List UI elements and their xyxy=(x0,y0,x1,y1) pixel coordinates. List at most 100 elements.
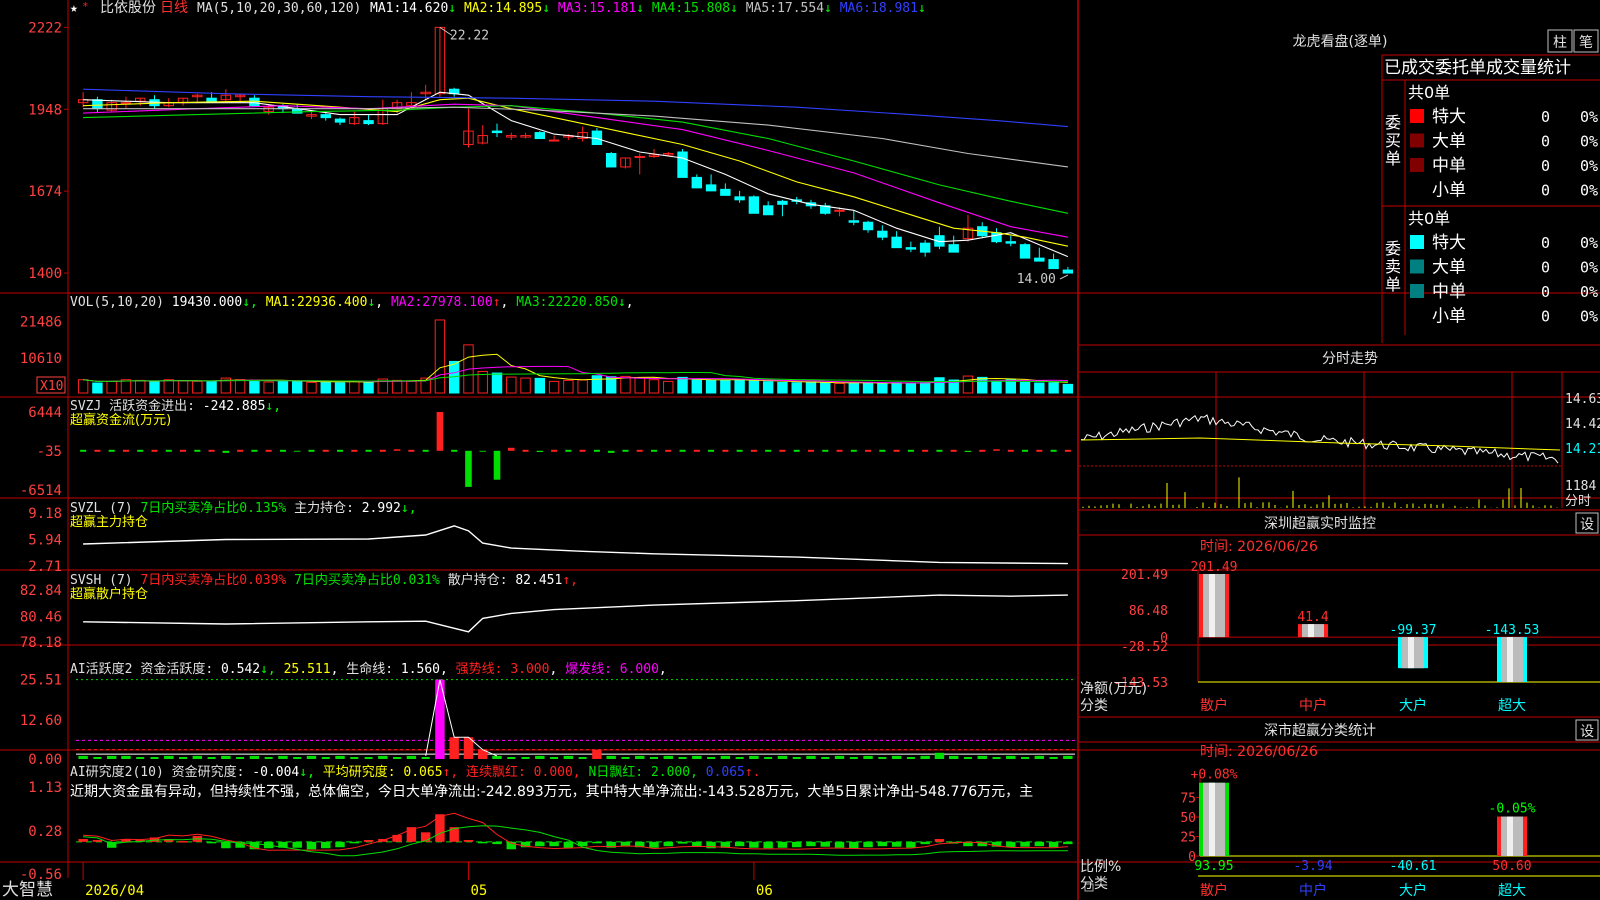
volume-bar[interactable] xyxy=(1048,382,1059,394)
activity-bar[interactable] xyxy=(806,755,816,759)
research-bar[interactable] xyxy=(1034,841,1045,847)
stats-bar[interactable] xyxy=(1497,816,1527,856)
candle-body[interactable] xyxy=(1005,241,1016,244)
volume-bar[interactable] xyxy=(92,382,103,394)
candle-body[interactable] xyxy=(206,97,217,102)
volume-bar[interactable] xyxy=(791,382,802,394)
volume-bar[interactable] xyxy=(349,380,360,394)
monitor-bar[interactable] xyxy=(1199,574,1229,638)
activity-bar[interactable] xyxy=(563,755,574,759)
fund-flow-bar[interactable] xyxy=(222,450,230,453)
activity-bar[interactable] xyxy=(535,755,545,759)
activity-bar[interactable] xyxy=(663,755,673,759)
research-bar[interactable] xyxy=(321,841,331,849)
volume-bar[interactable] xyxy=(977,376,988,394)
activity-bar[interactable] xyxy=(249,755,260,759)
monitor-bar[interactable] xyxy=(1298,624,1328,638)
volume-bar[interactable] xyxy=(834,382,845,394)
volume-bar[interactable] xyxy=(620,375,631,394)
research-bar[interactable] xyxy=(749,841,759,848)
volume-bar[interactable] xyxy=(520,377,531,394)
volume-bar[interactable] xyxy=(1034,382,1045,394)
volume-bar[interactable] xyxy=(962,375,974,394)
research-bar[interactable] xyxy=(1020,841,1030,847)
candle-body[interactable] xyxy=(748,196,760,214)
activity-bar[interactable] xyxy=(920,755,930,759)
research-bar[interactable] xyxy=(349,841,360,844)
research-bar[interactable] xyxy=(363,840,374,842)
volume-bar[interactable] xyxy=(249,379,260,394)
candle-body[interactable] xyxy=(734,196,745,201)
research-bar[interactable] xyxy=(906,841,916,848)
activity-bar[interactable] xyxy=(221,755,231,759)
volume-bar[interactable] xyxy=(862,381,874,394)
volume-bar[interactable] xyxy=(648,379,660,394)
volume-bar[interactable] xyxy=(120,379,132,394)
research-bar[interactable] xyxy=(777,841,788,848)
research-bar[interactable] xyxy=(78,838,88,842)
activity-bar[interactable] xyxy=(406,755,417,759)
candle-body[interactable] xyxy=(919,242,931,253)
research-bar[interactable] xyxy=(92,840,103,842)
candle-body[interactable] xyxy=(705,184,717,192)
research-bar[interactable] xyxy=(335,841,345,848)
research-bar[interactable] xyxy=(663,841,673,847)
volume-bar[interactable] xyxy=(163,379,174,394)
research-bar[interactable] xyxy=(763,841,773,849)
candle-body[interactable] xyxy=(1034,257,1045,262)
candle-body[interactable] xyxy=(720,188,731,196)
volume-bar[interactable] xyxy=(434,319,446,394)
volume-bar[interactable] xyxy=(877,382,888,394)
fund-flow-bar[interactable] xyxy=(479,450,487,452)
research-bar[interactable] xyxy=(820,841,830,847)
stats-bar[interactable] xyxy=(1199,782,1229,856)
stock-chart[interactable]: 2222 1948 1674 1400 22.22 14.00 ★ * 比依股份 日线 MA(5,1… xyxy=(0,0,1600,900)
candle-body[interactable] xyxy=(334,118,346,123)
candle-body[interactable] xyxy=(691,176,703,189)
activity-bar[interactable] xyxy=(834,755,845,759)
volume-bar[interactable] xyxy=(591,375,603,394)
candle-body[interactable] xyxy=(948,244,959,253)
volume-bar[interactable] xyxy=(820,382,831,394)
volume-bar[interactable] xyxy=(291,380,303,394)
volume-bar[interactable] xyxy=(748,380,760,394)
period-label[interactable]: 日线 xyxy=(160,0,188,16)
volume-bar[interactable] xyxy=(192,380,203,394)
volume-bar[interactable] xyxy=(919,382,931,394)
volume-bar[interactable] xyxy=(263,381,274,394)
activity-bar[interactable] xyxy=(891,755,902,759)
fund-flow-bar[interactable] xyxy=(507,447,515,451)
volume-bar[interactable] xyxy=(762,381,774,394)
fund-flow-bar[interactable] xyxy=(465,450,472,487)
fund-flow-bar[interactable] xyxy=(993,449,1000,451)
activity-bar[interactable] xyxy=(1034,755,1045,759)
research-bar[interactable] xyxy=(221,841,231,849)
volume-bar[interactable] xyxy=(306,381,317,394)
activity-bar[interactable] xyxy=(606,755,616,759)
research-bar[interactable] xyxy=(206,841,217,844)
candle-body[interactable] xyxy=(1019,244,1031,259)
volume-bar[interactable] xyxy=(491,372,503,394)
volume-bar[interactable] xyxy=(663,380,674,394)
research-bar[interactable] xyxy=(535,841,545,847)
research-bar[interactable] xyxy=(834,841,845,848)
fund-flow-bar[interactable] xyxy=(493,450,501,480)
fund-flow-bar[interactable] xyxy=(293,450,301,452)
research-bar[interactable] xyxy=(791,841,802,848)
research-bar[interactable] xyxy=(877,841,888,847)
candle-body[interactable] xyxy=(762,205,774,216)
research-bar[interactable] xyxy=(920,841,930,845)
fund-flow-bar[interactable] xyxy=(964,450,972,452)
volume-bar[interactable] xyxy=(934,377,945,394)
candle-body[interactable] xyxy=(991,232,1002,243)
candle-body[interactable] xyxy=(320,114,331,119)
volume-bar[interactable] xyxy=(548,380,560,394)
volume-bar[interactable] xyxy=(391,379,403,394)
candle-body[interactable] xyxy=(862,221,874,231)
research-bar[interactable] xyxy=(1048,841,1059,848)
research-bar[interactable] xyxy=(734,841,745,847)
research-bar[interactable] xyxy=(706,841,716,849)
volume-bar[interactable] xyxy=(363,381,374,394)
monitor-settings-label[interactable]: 设 xyxy=(1580,517,1594,533)
research-bar[interactable] xyxy=(1063,841,1073,845)
